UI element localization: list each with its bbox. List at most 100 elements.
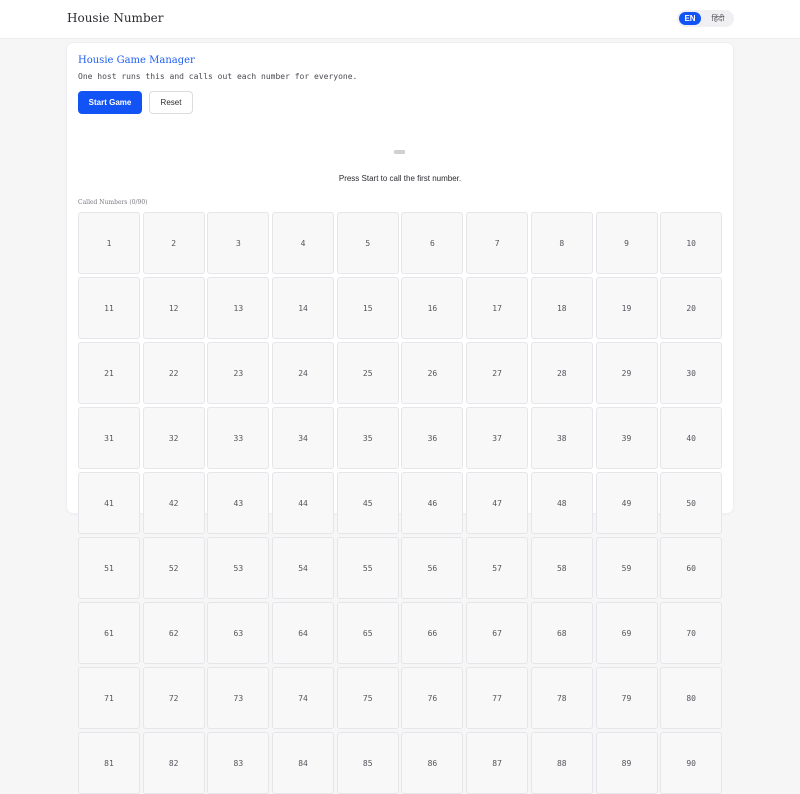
number-cell: 83 [207,732,270,794]
number-cell: 3 [207,212,270,274]
number-cell: 1 [78,212,140,274]
number-cell: 38 [530,407,593,469]
number-cell: 47 [466,472,529,534]
number-cell: 36 [401,407,464,469]
number-cell: 16 [401,277,464,339]
number-cell: 28 [530,342,593,404]
number-cell: 33 [207,407,270,469]
number-cell: 54 [272,537,335,599]
number-cell: 88 [530,732,593,794]
number-cell: 17 [466,277,529,339]
number-cell: 85 [336,732,399,794]
brand-title: Housie Number [67,11,164,25]
number-cell: 52 [142,537,205,599]
number-cell: 66 [401,602,464,664]
number-cell: 12 [142,277,205,339]
number-cell: 7 [466,212,529,274]
number-cell: 30 [660,342,723,404]
number-cell: 11 [78,277,140,339]
number-cell: 31 [78,407,140,469]
number-cell: 89 [595,732,658,794]
number-cell: 32 [142,407,205,469]
number-board: 1 2 3 4 5 6 7 8 9 10 11 12 13 14 15 16 17 18 19 20 21 22 23 24 2… [78,212,723,794]
number-cell: 21 [78,342,140,404]
top-bar: Housie Number EN हिंदी [0,0,800,39]
number-cell: 44 [272,472,335,534]
number-cell: 84 [272,732,335,794]
number-cell: 78 [530,667,593,729]
number-cell: 56 [401,537,464,599]
number-cell: 18 [530,277,593,339]
number-cell: 58 [530,537,593,599]
number-cell: 55 [336,537,399,599]
number-cell: 60 [660,537,723,599]
number-cell: 45 [336,472,399,534]
number-cell: 29 [595,342,658,404]
number-cell: 20 [660,277,723,339]
language-toggle: EN हिंदी [677,10,734,27]
number-cell: 73 [207,667,270,729]
number-cell: 50 [660,472,723,534]
number-cell: 62 [142,602,205,664]
number-cell: 49 [595,472,658,534]
number-cell: 64 [272,602,335,664]
number-cell: 79 [595,667,658,729]
number-cell: 72 [142,667,205,729]
number-cell: 15 [336,277,399,339]
number-cell: 59 [595,537,658,599]
reset-button[interactable]: Reset [149,91,193,114]
number-cell: 65 [336,602,399,664]
card-title: Housie Game Manager [78,55,195,66]
number-cell: 86 [401,732,464,794]
status-message: Press Start to call the first number. [338,174,462,183]
number-cell: 23 [207,342,270,404]
number-cell: 63 [207,602,270,664]
number-cell: 67 [466,602,529,664]
card-description: One host runs this and calls out each nu… [78,72,358,81]
number-cell: 25 [336,342,399,404]
number-cell: 43 [207,472,270,534]
number-cell: 34 [272,407,335,469]
number-cell: 8 [530,212,593,274]
number-cell: 14 [272,277,335,339]
number-cell: 70 [660,602,723,664]
number-cell: 5 [336,212,399,274]
current-number-placeholder [394,150,405,154]
number-cell: 90 [660,732,723,794]
number-cell: 24 [272,342,335,404]
number-cell: 2 [142,212,205,274]
number-cell: 13 [207,277,270,339]
number-cell: 87 [466,732,529,794]
number-cell: 35 [336,407,399,469]
number-cell: 4 [272,212,335,274]
number-cell: 71 [78,667,140,729]
number-cell: 80 [660,667,723,729]
number-cell: 74 [272,667,335,729]
number-cell: 19 [595,277,658,339]
number-cell: 69 [595,602,658,664]
number-cell: 40 [660,407,723,469]
number-cell: 53 [207,537,270,599]
game-manager-card: Housie Game Manager One host runs this a… [67,43,733,794]
number-cell: 27 [466,342,529,404]
number-cell: 48 [530,472,593,534]
number-cell: 76 [401,667,464,729]
number-cell: 82 [142,732,205,794]
number-cell: 68 [530,602,593,664]
number-cell: 61 [78,602,140,664]
number-cell: 81 [78,732,140,794]
number-cell: 10 [660,212,723,274]
language-option-hindi[interactable]: हिंदी [706,12,730,25]
number-cell: 75 [336,667,399,729]
number-cell: 41 [78,472,140,534]
number-cell: 26 [401,342,464,404]
language-option-en[interactable]: EN [679,12,701,25]
number-cell: 37 [466,407,529,469]
start-game-button[interactable]: Start Game [78,91,142,114]
number-cell: 57 [466,537,529,599]
called-numbers-label: Called Numbers (0/90) [78,199,148,206]
number-cell: 46 [401,472,464,534]
number-cell: 39 [595,407,658,469]
number-cell: 51 [78,537,140,599]
number-cell: 6 [401,212,464,274]
